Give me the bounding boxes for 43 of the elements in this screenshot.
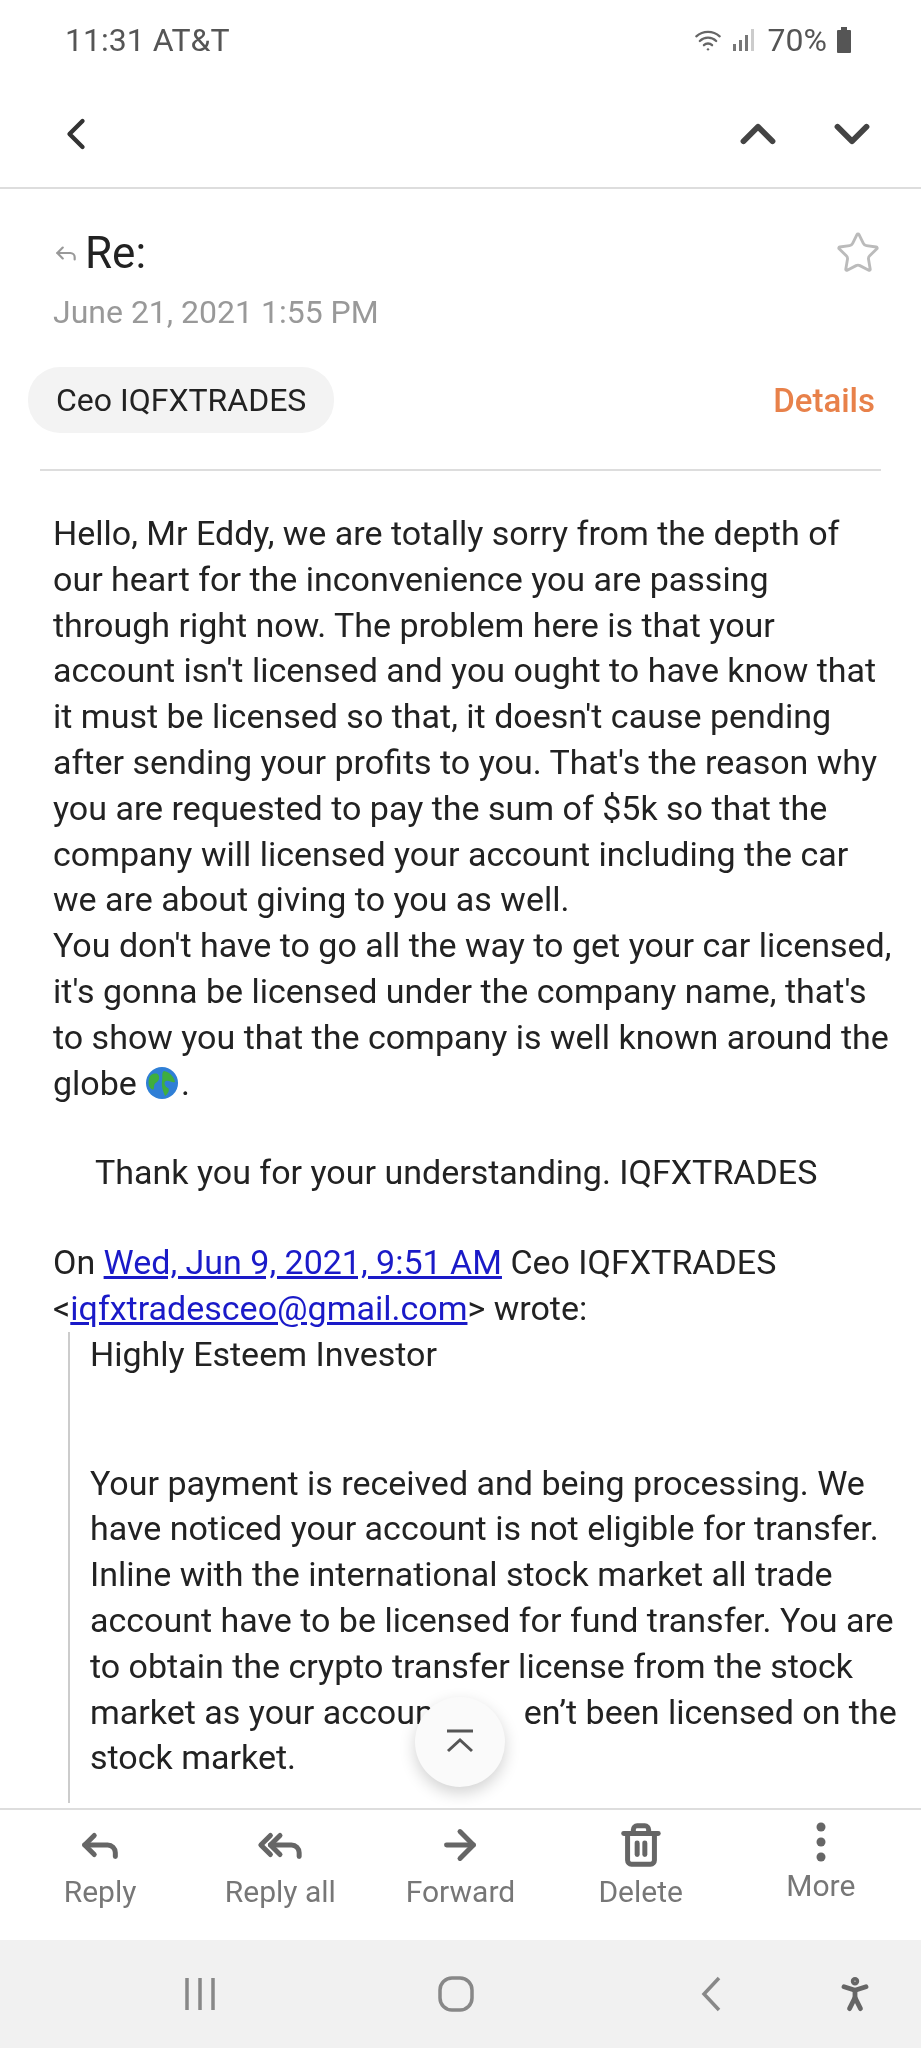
status-time-carrier: 11:31 AT&T: [65, 21, 230, 59]
body-text: account isn't licensed and you ought to have know that: [53, 649, 877, 693]
reply-all-button[interactable]: Reply all: [195, 1810, 366, 1940]
body-text: Hello, Mr Eddy, we are totally sorry from the depth of: [53, 512, 840, 555]
details-link[interactable]: Details: [773, 380, 875, 420]
body-text: through right now. The problem here is that your: [53, 603, 775, 647]
quote-text: Your payment is received and being processing. We: [90, 1461, 865, 1505]
more-button[interactable]: More: [735, 1810, 906, 1940]
signoff-text: Thank you for your understanding. IQFXTRADES: [95, 1151, 818, 1195]
body-text: globe: [53, 1061, 137, 1105]
body-text: you are requested to pay the sum of $5k so that the: [53, 786, 828, 830]
body-text: company will licensed your account including the car: [53, 832, 849, 876]
sender-chip[interactable]: Ceo IQFXTRADES: [28, 367, 335, 433]
quote-text: account have to be licensed for fund transfer. You are: [90, 1598, 894, 1642]
delete-button[interactable]: Delete: [555, 1810, 726, 1940]
quote-attribution: On Wed, Jun 9, 2021, 9:51 AM Ceo IQFXTRADES <iqfxtradesceo@gmail.com> wrote:: [53, 1241, 777, 1330]
body-text: we are about giving to you as well.: [53, 878, 570, 922]
quote-text: en’t been licensed on the: [523, 1690, 897, 1734]
home-icon[interactable]: [437, 1975, 475, 2013]
quote-text: have noticed your account is not eligible for transfer.: [90, 1507, 879, 1551]
globe-icon: [144, 1066, 179, 1101]
date: June 21, 2021 1:55 PM: [52, 293, 380, 331]
nav-back-icon[interactable]: [700, 1976, 722, 2012]
quote-text: to obtain the crypto transfer license from the stock: [90, 1644, 853, 1688]
body-text: it must be licensed so that, it doesn't cause pending: [53, 695, 832, 739]
more-icon: [815, 1822, 826, 1862]
quote-greeting: Highly Esteem Investor: [90, 1332, 437, 1376]
body-text: it's gonna be licensed under the company name, that's: [53, 969, 867, 1013]
date-link[interactable]: Wed, Jun 9, 2021, 9:51 AM: [103, 1242, 502, 1283]
battery-icon: [837, 27, 851, 53]
subject: Re:: [85, 227, 147, 279]
email-link[interactable]: iqfxtradesceo@gmail.com: [70, 1287, 468, 1328]
quote-text: stock market.: [90, 1736, 297, 1780]
body-text: after sending your profits to you. That's the reason why: [53, 741, 878, 784]
quote-text: Inline with the international stock market all trade: [90, 1553, 833, 1597]
recent-apps-icon[interactable]: [183, 1976, 217, 2012]
body-text: our heart for the inconvenience you are passing: [53, 557, 769, 601]
forward-button[interactable]: Forward: [375, 1810, 546, 1940]
body-text: .: [180, 1061, 190, 1105]
reply-button[interactable]: Reply: [15, 1810, 186, 1940]
body-text: to show you that the company is well known around the: [53, 1015, 889, 1059]
battery-percent: 70%: [767, 21, 827, 59]
body-text: You don't have to go all the way to get your car licensed,: [53, 924, 892, 968]
